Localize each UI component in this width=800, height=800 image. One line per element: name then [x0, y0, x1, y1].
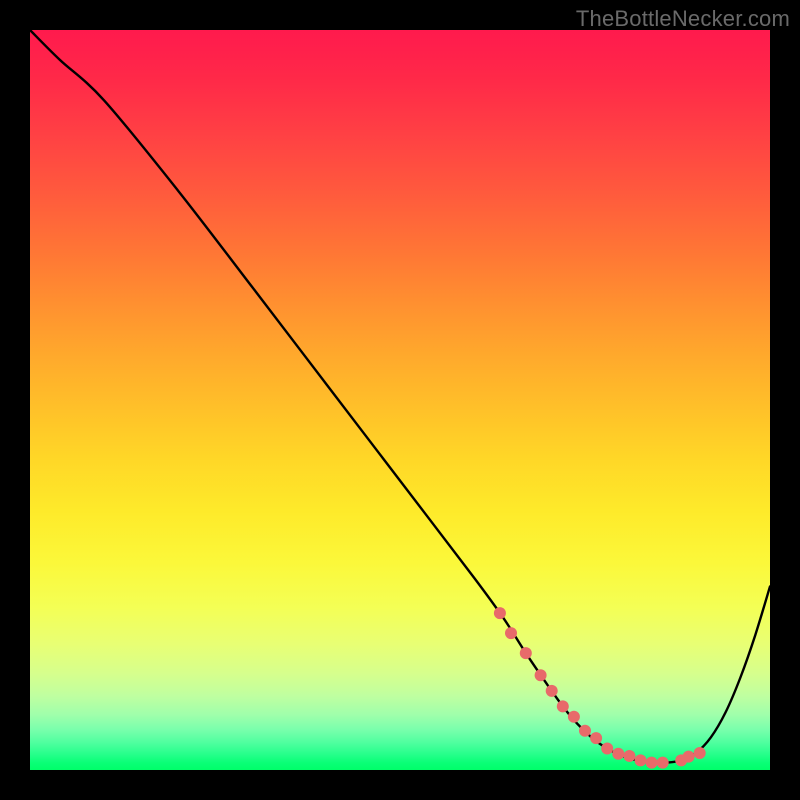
data-point-marker	[646, 757, 658, 769]
curve-line	[30, 30, 770, 763]
data-point-marker	[505, 627, 517, 639]
data-point-marker	[675, 754, 687, 766]
data-point-marker	[579, 725, 591, 737]
data-point-marker	[590, 732, 602, 744]
curve-markers	[494, 607, 706, 768]
data-point-marker	[568, 711, 580, 723]
data-point-marker	[557, 700, 569, 712]
data-point-marker	[601, 743, 613, 755]
data-point-marker	[683, 751, 695, 763]
data-point-marker	[494, 607, 506, 619]
data-point-marker	[623, 750, 635, 762]
plot-area	[30, 30, 770, 770]
data-point-marker	[546, 685, 558, 697]
chart-container: TheBottleNecker.com	[0, 0, 800, 800]
data-point-marker	[694, 747, 706, 759]
data-point-marker	[657, 757, 669, 769]
data-point-marker	[535, 669, 547, 681]
data-point-marker	[520, 647, 532, 659]
data-point-marker	[612, 748, 624, 760]
watermark-text: TheBottleNecker.com	[576, 6, 790, 32]
data-point-marker	[635, 754, 647, 766]
chart-svg	[30, 30, 770, 770]
